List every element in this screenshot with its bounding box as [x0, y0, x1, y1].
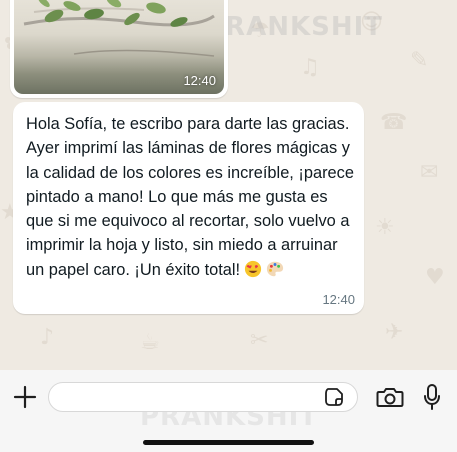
- message-photo[interactable]: 12:40: [14, 0, 224, 94]
- doodle-icon: ♪: [40, 325, 55, 350]
- doodle-icon: ✉: [420, 160, 439, 185]
- heart-eyes-emoji-icon: [245, 260, 262, 277]
- watermark: PRANKSHIT: [205, 12, 383, 42]
- message-text-container: Hola Sofía, te escribo para darte las gr…: [26, 112, 356, 282]
- doodle-icon: ☕: [140, 330, 160, 355]
- palette-emoji-icon: [267, 261, 284, 276]
- doodle-icon: ♥: [425, 265, 445, 290]
- mic-icon[interactable]: [423, 383, 441, 411]
- doodle-icon: ☀: [375, 215, 395, 240]
- message-text: Hola Sofía, te escribo para darte las gr…: [26, 115, 354, 279]
- home-indicator[interactable]: [143, 440, 314, 445]
- composer-bar: PRANKSHIT: [0, 370, 457, 452]
- image-message-bubble[interactable]: 12:40: [10, 0, 228, 98]
- message-input[interactable]: [48, 382, 358, 412]
- message-timestamp: 12:40: [322, 292, 355, 307]
- chat-background: ✿ ☂ ♫ ☺ ✎ ☎ ✉ ☀ ♥ ✈ ♪ ☕ ✂ ★ PRANKSHIT: [0, 0, 457, 370]
- doodle-icon: ✂: [250, 328, 269, 353]
- doodle-icon: ✈: [385, 320, 404, 345]
- image-timestamp: 12:40: [183, 73, 216, 88]
- doodle-icon: ☎: [380, 110, 408, 135]
- camera-icon[interactable]: [376, 385, 404, 409]
- plus-icon[interactable]: [12, 384, 38, 410]
- doodle-icon: ✎: [410, 48, 429, 73]
- doodle-icon: ♫: [300, 55, 320, 80]
- sticker-icon[interactable]: [324, 387, 344, 407]
- text-message-bubble[interactable]: Hola Sofía, te escribo para darte las gr…: [13, 102, 364, 314]
